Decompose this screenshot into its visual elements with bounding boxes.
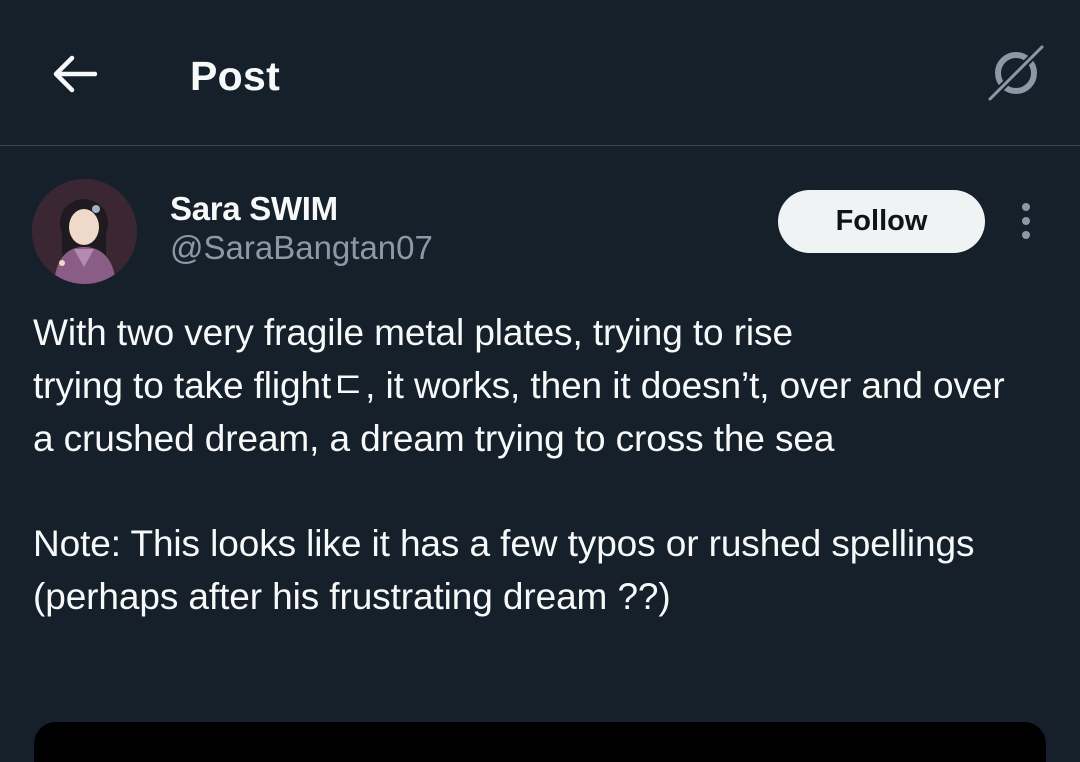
- grok-button[interactable]: [982, 40, 1050, 106]
- post-note: Note: This looks like it has a few typos…: [33, 523, 985, 617]
- more-options-button[interactable]: [1008, 198, 1044, 244]
- more-vertical-icon-dot: [1022, 231, 1030, 239]
- avatar[interactable]: [32, 179, 137, 284]
- top-bar: Post: [0, 0, 1080, 146]
- post-text: With two very fragile metal plates, tryi…: [33, 306, 1053, 623]
- back-button[interactable]: [40, 44, 108, 104]
- arrow-left-icon: [53, 55, 97, 93]
- post-media[interactable]: [34, 722, 1046, 762]
- more-vertical-icon-dot: [1022, 217, 1030, 225]
- page-title: Post: [190, 53, 281, 99]
- post-line: trying to take flightㄷ, it works, then i…: [33, 365, 1005, 406]
- more-vertical-icon: [1022, 203, 1030, 211]
- post-line: a crushed dream, a dream trying to cross…: [33, 418, 835, 459]
- author-display-name[interactable]: Sara SWIM: [170, 189, 338, 229]
- author-handle[interactable]: @SaraBangtan07: [170, 228, 433, 268]
- profile-avatar: [32, 179, 137, 284]
- follow-button[interactable]: Follow: [778, 190, 985, 253]
- post-line: With two very fragile metal plates, tryi…: [33, 312, 793, 353]
- grok-icon: [985, 42, 1047, 104]
